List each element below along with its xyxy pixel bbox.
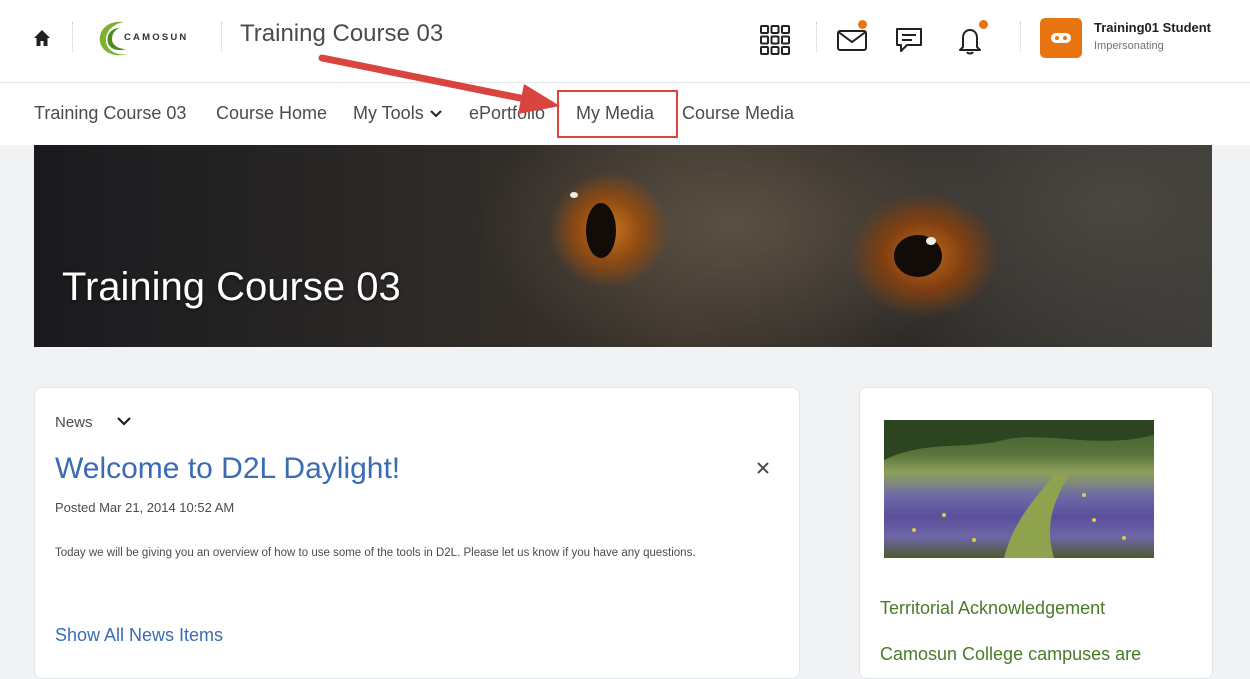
highlight-box	[557, 90, 678, 138]
logo-text: CAMOSUN	[124, 32, 189, 43]
chat-icon[interactable]	[893, 23, 927, 57]
user-name[interactable]: Training01 Student	[1094, 20, 1211, 35]
home-icon[interactable]	[32, 28, 52, 48]
separator	[72, 22, 73, 52]
territorial-heading[interactable]: Territorial Acknowledgement	[880, 598, 1105, 619]
user-status: Impersonating	[1094, 40, 1164, 52]
show-all-news-link[interactable]: Show All News Items	[55, 625, 223, 646]
bell-notification-dot	[979, 20, 988, 29]
nav-item-my-tools-label: My Tools	[353, 103, 424, 123]
separator	[1020, 22, 1021, 52]
course-banner: Training Course 03	[34, 145, 1212, 347]
nav-item-course-home[interactable]: Course Home	[216, 103, 327, 124]
waffle-grid-icon[interactable]	[758, 23, 792, 57]
news-widget-title: News	[55, 414, 93, 431]
course-title[interactable]: Training Course 03	[240, 20, 443, 48]
impersonate-mask-icon	[1051, 33, 1071, 43]
news-widget: News Welcome to D2L Daylight! Posted Mar…	[34, 387, 800, 679]
avatar[interactable]	[1040, 18, 1082, 58]
news-body: Today we will be giving you an overview …	[55, 547, 696, 559]
chevron-down-icon	[429, 110, 442, 118]
banner-eye-glint	[570, 192, 578, 198]
close-icon[interactable]	[755, 460, 771, 476]
nav-item-eportfolio[interactable]: ePortfolio	[469, 103, 545, 124]
nav-item-course-home-link[interactable]: Training Course 03	[34, 103, 186, 124]
nav-item-my-tools[interactable]: My Tools	[353, 103, 442, 124]
territorial-widget: Territorial Acknowledgement Camosun Coll…	[859, 387, 1213, 679]
nav-item-course-media[interactable]: Course Media	[682, 103, 794, 124]
minibar: CAMOSUN Training Course 03 Training01 St…	[0, 0, 1250, 83]
banner-eye-glint	[926, 237, 936, 245]
banner-eye-pupil	[586, 203, 616, 258]
separator	[816, 22, 817, 52]
news-posted-date: Posted Mar 21, 2014 10:52 AM	[55, 500, 235, 515]
meadow-illustration	[884, 420, 1154, 558]
territorial-text: Camosun College campuses are	[880, 644, 1142, 664]
camosun-logo[interactable]: CAMOSUN	[94, 16, 214, 60]
news-item-title[interactable]: Welcome to D2L Daylight!	[55, 452, 400, 486]
banner-title: Training Course 03	[62, 265, 401, 309]
separator	[221, 22, 222, 52]
chevron-down-icon[interactable]	[117, 417, 131, 426]
campus-meadow-image	[884, 420, 1154, 558]
mail-notification-dot	[858, 20, 867, 29]
